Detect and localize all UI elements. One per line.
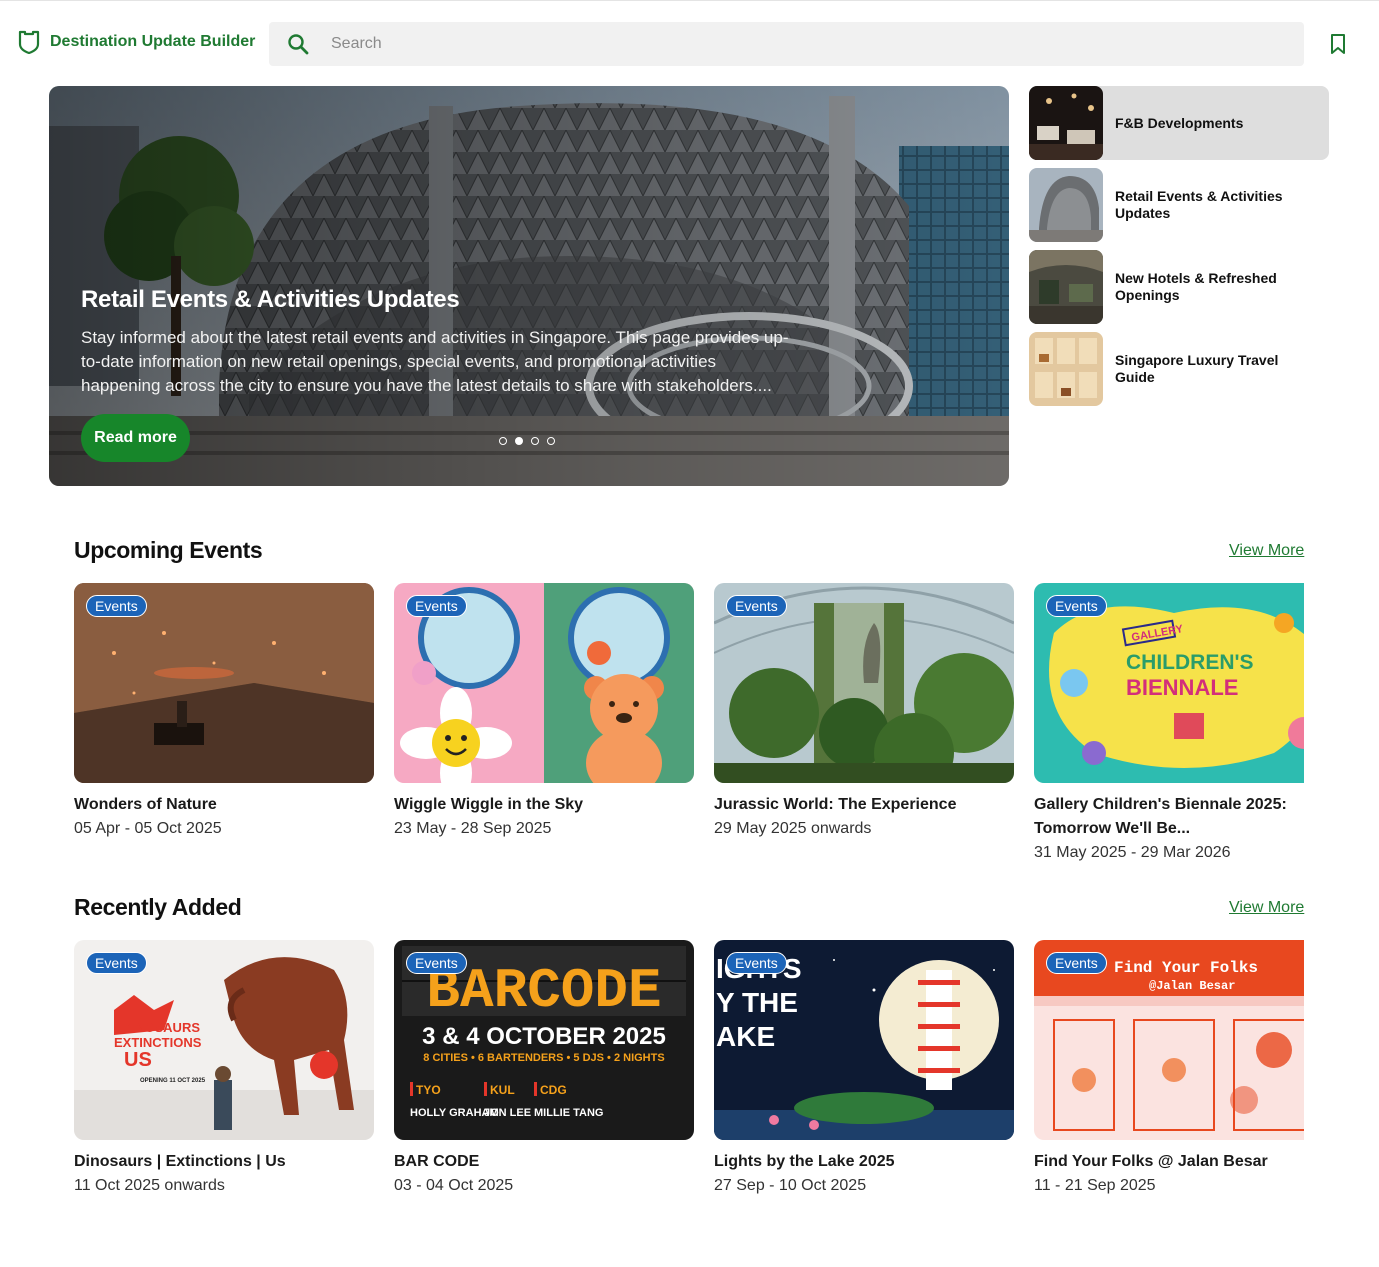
barcode-name-3-text: MILLIE TANG — [534, 1107, 603, 1119]
hero-description: Stay informed about the latest retail ev… — [81, 328, 789, 395]
hero-title: Retail Events & Activities Updates — [81, 286, 460, 313]
search-icon[interactable] — [287, 33, 309, 55]
category-badge: Events — [726, 595, 787, 617]
event-card-image: DINOSAURS EXTINCTIONS US OPENING 11 OCT … — [74, 940, 374, 1140]
barcode-subtitle-text: 8 CITIES • 6 BARTENDERS • 5 DJS • 2 NIGH… — [423, 1052, 664, 1064]
event-card[interactable]: Find Your Folks @Jalan Besar Events Find… — [1034, 940, 1304, 1198]
carousel-dot[interactable] — [547, 437, 555, 445]
carousel-dot[interactable] — [531, 437, 539, 445]
event-card-title: BAR CODE — [394, 1153, 480, 1170]
side-item-label: F&B Developments — [1115, 114, 1244, 131]
event-card-date: 23 May - 28 Sep 2025 — [394, 820, 552, 837]
barcode-name-2-text: JON LEE — [484, 1107, 531, 1119]
side-item-label: Retail Events & Activities Updates — [1115, 188, 1283, 221]
dino-opening-text: OPENING 11 OCT 2025 — [140, 1078, 206, 1084]
event-card-date: 03 - 04 Oct 2025 — [394, 1177, 514, 1194]
side-item-label: New Hotels & Refreshed Openings — [1115, 270, 1277, 303]
barcode-city-2-text: KUL — [490, 1083, 515, 1097]
event-card-image: Events — [714, 583, 1014, 783]
category-badge: Events — [86, 952, 147, 974]
event-card[interactable]: IGHTS Y THE AKE Events Lights by the Lak… — [714, 940, 1014, 1198]
shield-logo-icon — [18, 30, 40, 54]
brand[interactable]: Destination Update Builder — [18, 30, 255, 54]
carousel-dot[interactable] — [499, 437, 507, 445]
event-card-image: Events — [74, 583, 374, 783]
event-card-date: 31 May 2025 - 29 Mar 2026 — [1034, 844, 1231, 861]
side-item-luxury-travel-guide[interactable]: Singapore Luxury Travel Guide — [1029, 332, 1329, 406]
event-card[interactable]: GALLERY CHILDREN'S BIENNALE Events Galle… — [1034, 583, 1304, 865]
event-card[interactable]: DINOSAURS EXTINCTIONS US OPENING 11 OCT … — [74, 940, 374, 1198]
category-badge: Events — [86, 595, 147, 617]
event-card-image: GALLERY CHILDREN'S BIENNALE Events — [1034, 583, 1304, 783]
top-divider — [0, 0, 1379, 1]
side-thumbnail — [1029, 168, 1103, 242]
dino-line-1-text: DINOSAURS — [122, 1020, 200, 1035]
upcoming-events-title: Upcoming Events — [74, 537, 263, 563]
event-card[interactable]: Events Jurassic World: The Experience 29… — [714, 583, 1014, 841]
event-card-image: IGHTS Y THE AKE Events — [714, 940, 1014, 1140]
biennale-biennale-text: BIENNALE — [1126, 675, 1238, 700]
recently-added-list: DINOSAURS EXTINCTIONS US OPENING 11 OCT … — [74, 940, 1304, 1240]
event-card-title: Gallery Children's Biennale 2025: Tomorr… — [1034, 796, 1287, 837]
event-card-title: Lights by the Lake 2025 — [714, 1153, 895, 1170]
upcoming-events-list: Events Wonders of Nature 05 Apr - 05 Oct… — [74, 583, 1304, 883]
barcode-city-3-text: CDG — [540, 1083, 567, 1097]
folks-line-1-text: Find Your Folks — [1114, 959, 1258, 977]
event-card[interactable]: BARCODE 3 & 4 OCTOBER 2025 8 CITIES • 6 … — [394, 940, 694, 1198]
side-item-retail-events[interactable]: Retail Events & Activities Updates — [1029, 168, 1329, 242]
featured-side-list: F&B Developments Retail Events & Activit… — [1029, 86, 1329, 414]
event-card-date: 29 May 2025 onwards — [714, 820, 872, 837]
event-card-title: Dinosaurs | Extinctions | Us — [74, 1153, 286, 1170]
category-badge: Events — [406, 952, 467, 974]
dino-line-2-text: EXTINCTIONS — [114, 1035, 202, 1050]
recent-view-more-link[interactable]: View More — [1229, 899, 1304, 917]
event-card-title: Jurassic World: The Experience — [714, 796, 957, 813]
side-thumbnail — [1029, 86, 1103, 160]
biennale-childrens-text: CHILDREN'S — [1126, 651, 1254, 674]
category-badge: Events — [406, 595, 467, 617]
carousel-dots — [499, 437, 555, 445]
side-item-fnb-developments[interactable]: F&B Developments — [1029, 86, 1329, 160]
side-item-new-hotels[interactable]: New Hotels & Refreshed Openings — [1029, 250, 1329, 324]
event-card-image: Find Your Folks @Jalan Besar Events — [1034, 940, 1304, 1140]
upcoming-view-more-link[interactable]: View More — [1229, 542, 1304, 560]
barcode-date-text: 3 & 4 OCTOBER 2025 — [422, 1023, 666, 1050]
category-badge: Events — [726, 952, 787, 974]
event-card-date: 11 Oct 2025 onwards — [74, 1177, 225, 1194]
folks-line-2-text: @Jalan Besar — [1149, 979, 1235, 993]
event-card-date: 05 Apr - 05 Oct 2025 — [74, 820, 222, 837]
event-card-date: 27 Sep - 10 Oct 2025 — [714, 1177, 867, 1194]
brand-title: Destination Update Builder — [50, 33, 256, 50]
event-card-image: BARCODE 3 & 4 OCTOBER 2025 8 CITIES • 6 … — [394, 940, 694, 1140]
side-item-label: Singapore Luxury Travel Guide — [1115, 352, 1279, 385]
side-thumbnail — [1029, 332, 1103, 406]
dino-line-3-text: US — [124, 1049, 152, 1071]
carousel-dot[interactable] — [515, 437, 523, 445]
bookmark-icon[interactable] — [1328, 33, 1348, 55]
recently-added-title: Recently Added — [74, 894, 242, 920]
category-badge: Events — [1046, 952, 1107, 974]
event-card[interactable]: Events Wonders of Nature 05 Apr - 05 Oct… — [74, 583, 374, 841]
lake-line-3-text: AKE — [716, 1021, 775, 1052]
barcode-city-1-text: TYO — [416, 1083, 441, 1097]
lake-line-2-text: Y THE — [716, 987, 798, 1018]
read-more-button[interactable]: Read more — [81, 414, 190, 462]
category-badge: Events — [1046, 595, 1107, 617]
side-thumbnail — [1029, 250, 1103, 324]
event-card-title: Find Your Folks @ Jalan Besar — [1034, 1153, 1268, 1170]
search-input[interactable] — [331, 35, 1231, 53]
event-card-date: 11 - 21 Sep 2025 — [1034, 1177, 1156, 1194]
event-card-title: Wonders of Nature — [74, 796, 217, 813]
hero-carousel[interactable]: Retail Events & Activities Updates Stay … — [49, 86, 1009, 486]
event-card-title: Wiggle Wiggle in the Sky — [394, 796, 584, 813]
search-bar[interactable] — [269, 22, 1304, 66]
event-card-image: Events — [394, 583, 694, 783]
event-card[interactable]: Events Wiggle Wiggle in the Sky 23 May -… — [394, 583, 694, 841]
